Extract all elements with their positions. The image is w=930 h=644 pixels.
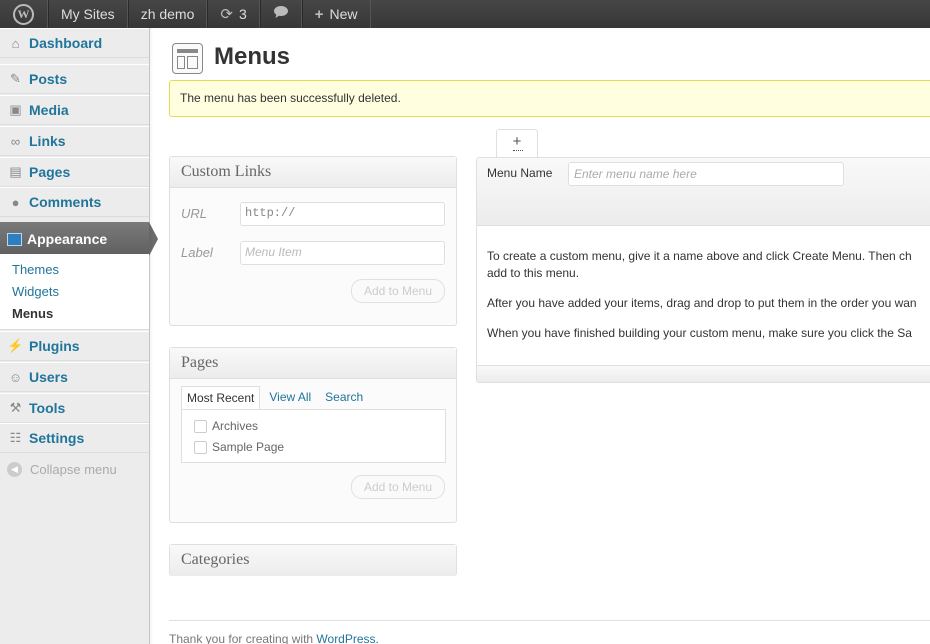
menu-name-input[interactable]: Enter menu name here: [568, 162, 844, 186]
menu-label: Plugins: [29, 338, 80, 354]
custom-links-title[interactable]: Custom Links: [170, 157, 456, 188]
instruction-line: When you have finished building your cus…: [487, 326, 912, 340]
comment-icon: [273, 5, 289, 23]
menu-editor-header: Menu Name Enter menu name here: [477, 158, 930, 226]
menu-item-label-input[interactable]: Menu Item: [240, 241, 445, 265]
plug-icon: ⚡: [7, 338, 24, 353]
menu-item-links[interactable]: ∞ Links: [0, 126, 149, 156]
page-item-sample-page: Sample Page: [194, 440, 284, 454]
menu-item-pages[interactable]: ▤ Pages: [0, 157, 149, 187]
instruction-line: After you have added your items, drag an…: [487, 296, 917, 310]
wordpress-icon: W: [13, 3, 34, 25]
page-icon: ▤: [9, 164, 22, 179]
wordpress-menu[interactable]: W: [0, 0, 48, 28]
menu-label: Settings: [29, 430, 85, 446]
pages-title[interactable]: Pages: [170, 348, 456, 379]
menu-label: Posts: [29, 71, 68, 87]
pages-box: Pages Most Recent View All Search Archiv…: [169, 347, 457, 523]
menu-item-comments[interactable]: ● Comments: [0, 187, 149, 217]
menu-label: Dashboard: [29, 35, 103, 51]
media-icon: ▣: [9, 102, 22, 117]
url-input[interactable]: http://: [240, 202, 445, 226]
pages-checklist: Archives Sample Page: [181, 409, 446, 463]
menu-name-label: Menu Name: [487, 166, 553, 180]
site-name-menu[interactable]: zh demo: [127, 0, 208, 28]
appearance-submenu: Themes Widgets Menus: [0, 254, 149, 330]
footer-divider: [169, 620, 930, 621]
admin-bar: W My Sites zh demo ⟳ 3 + New: [0, 0, 930, 28]
new-label: New: [329, 6, 358, 22]
instruction-line: To create a custom menu, give it a name …: [487, 249, 912, 263]
page-title: Menus: [214, 43, 291, 70]
pages-tabs: Most Recent View All Search: [181, 386, 372, 410]
submenu-themes[interactable]: Themes: [12, 262, 59, 277]
menu-label: Comments: [29, 194, 102, 210]
updates-count: 3: [238, 6, 247, 22]
categories-box: Categories: [169, 544, 457, 576]
site-name-label: zh demo: [140, 6, 195, 22]
tab-view-all[interactable]: View All: [264, 386, 316, 410]
comments-menu[interactable]: [259, 0, 302, 28]
plus-icon: +: [314, 5, 324, 23]
users-icon: ☺: [8, 369, 23, 385]
menu-item-plugins[interactable]: ⚡ Plugins: [0, 331, 149, 361]
sample-page-checkbox[interactable]: [194, 440, 207, 454]
instruction-line: add to this menu.: [487, 266, 580, 280]
pin-icon: ✎: [10, 71, 21, 86]
new-content-menu[interactable]: + New: [301, 0, 371, 28]
submenu-menus[interactable]: Menus: [12, 306, 53, 321]
comment-icon: ●: [11, 194, 20, 210]
add-custom-link-button[interactable]: Add to Menu: [351, 279, 445, 303]
home-icon: ⌂: [11, 35, 20, 51]
my-sites-menu[interactable]: My Sites: [48, 0, 128, 28]
my-sites-label: My Sites: [61, 6, 115, 22]
menus-page-icon: [172, 43, 203, 74]
menu-editor-footer: [477, 365, 930, 382]
collapse-label: Collapse menu: [30, 462, 117, 477]
admin-footer: Thank you for creating with WordPress.: [169, 632, 379, 644]
main-content: Menus The menu has been successfully del…: [150, 28, 930, 644]
custom-links-box: Custom Links URL http:// Label Menu Item…: [169, 156, 457, 326]
menu-label: Appearance: [27, 231, 108, 247]
menu-label: Pages: [29, 164, 71, 180]
categories-title[interactable]: Categories: [170, 545, 456, 576]
update-icon: ⟳: [220, 6, 233, 23]
menu-item-media[interactable]: ▣ Media: [0, 95, 149, 125]
add-pages-button[interactable]: Add to Menu: [351, 475, 445, 499]
updates-menu[interactable]: ⟳ 3: [207, 0, 260, 28]
label-label: Label: [181, 245, 213, 260]
url-label: URL: [181, 206, 208, 221]
menu-label: Users: [29, 369, 68, 385]
menu-item-posts[interactable]: ✎ Posts: [0, 64, 149, 94]
menu-item-settings[interactable]: ☷ Settings: [0, 423, 149, 453]
menu-editor: Menu Name Enter menu name here To create…: [476, 157, 930, 383]
tab-dots: [513, 150, 523, 151]
success-notice: The menu has been successfully deleted.: [169, 80, 930, 117]
collapse-menu-button[interactable]: ◀ Collapse menu: [7, 462, 117, 477]
settings-icon: ☷: [9, 430, 22, 445]
archives-checkbox[interactable]: [194, 419, 207, 433]
tools-icon: ⚒: [9, 400, 22, 415]
menu-label: Tools: [29, 400, 66, 416]
footer-text: Thank you for creating with: [169, 632, 317, 644]
menu-item-appearance[interactable]: Appearance: [0, 222, 158, 256]
plus-icon: +: [512, 133, 522, 150]
wordpress-link[interactable]: WordPress.: [316, 632, 378, 644]
collapse-arrow-icon: ◀: [7, 462, 22, 477]
menu-item-dashboard[interactable]: ⌂ Dashboard: [0, 28, 149, 58]
menu-item-users[interactable]: ☺ Users: [0, 362, 149, 392]
admin-sidebar: ⌂ Dashboard ✎ Posts ▣ Media ∞ Links ▤ Pa…: [0, 28, 158, 644]
submenu-widgets[interactable]: Widgets: [12, 284, 59, 299]
page-item-label: Archives: [212, 419, 259, 433]
menu-item-tools[interactable]: ⚒ Tools: [0, 393, 149, 423]
page-item-archives: Archives: [194, 419, 258, 433]
appearance-icon: [7, 232, 22, 246]
menu-label: Links: [29, 133, 66, 149]
tab-search[interactable]: Search: [320, 386, 368, 410]
page-item-label: Sample Page: [212, 440, 285, 454]
link-icon: ∞: [10, 133, 21, 149]
tab-most-recent[interactable]: Most Recent: [181, 386, 261, 410]
add-menu-tab[interactable]: +: [496, 129, 538, 158]
menu-label: Media: [29, 102, 69, 118]
